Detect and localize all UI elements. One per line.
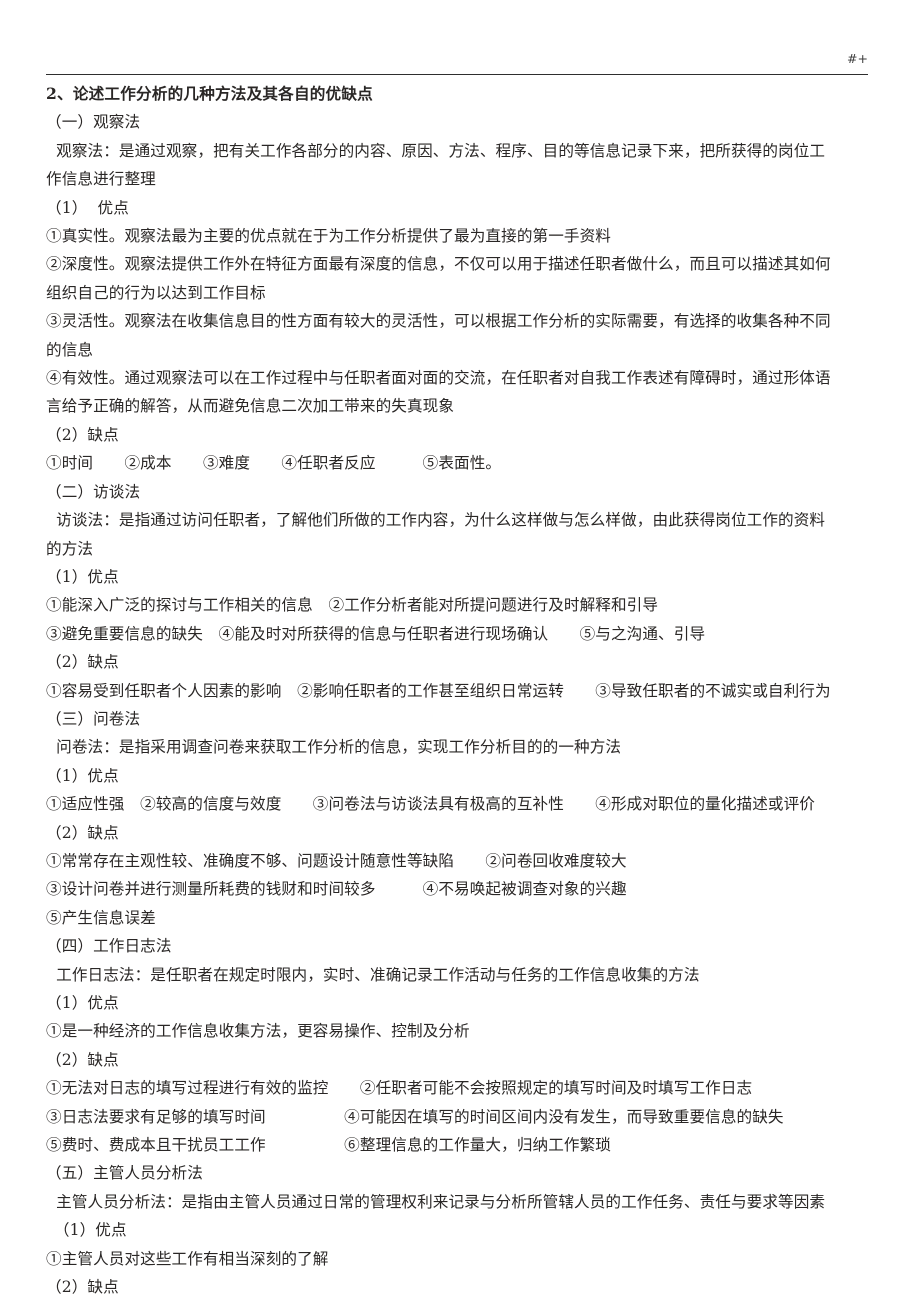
document-text-line: ①常常存在主观性较、准确度不够、问题设计随意性等缺陷 ②问卷回收难度较大 xyxy=(46,851,627,870)
document-text-line: （2）缺点 xyxy=(46,1050,119,1069)
document-text-line: ①真实性。观察法最为主要的优点就在于为工作分析提供了最为直接的第一手资料 xyxy=(46,227,611,246)
document-text-line: ①容易受到任职者个人因素的影响 ②影响任职者的工作甚至组织日常运转 ③导致任职者… xyxy=(46,681,831,700)
document-text-line: 言给予正确的解答，从而避免信息二次加工带来的失真现象 xyxy=(46,397,455,416)
document-text-line: ③避免重要信息的缺失 ④能及时对所获得的信息与任职者进行现场确认 ⑤与之沟通、引… xyxy=(46,624,706,643)
document-text-line: （1）优点 xyxy=(46,567,119,586)
document-text-line: （2）缺点 xyxy=(46,823,119,842)
document-text-line: （三）问卷法 xyxy=(46,709,141,728)
document-text-line: ①时间 ②成本 ③难度 ④任职者反应 ⑤表面性。 xyxy=(46,454,502,473)
document-text-line: （1）优点 xyxy=(46,994,119,1012)
document-text-line: （1）优点 xyxy=(46,1221,127,1240)
document-text-line: ①适应性强 ②较高的信度与效度 ③问卷法与访谈法具有极高的互补性 ④形成对职位的… xyxy=(46,795,815,814)
document-text-line: ③设计问卷并进行测量所耗费的钱财和时间较多 ④不易唤起被调查对象的兴趣 xyxy=(46,880,627,899)
document-text-line: （1） 优点 xyxy=(46,198,129,217)
document-text-line: 问卷法：是指采用调查问卷来获取工作分析的信息，实现工作分析目的的一种方法 xyxy=(46,738,622,757)
document-text-line: （2）缺点 xyxy=(46,425,119,444)
document-text-line: （2）缺点 xyxy=(46,653,119,672)
document-text-line: ⑤产生信息误差 xyxy=(46,908,156,927)
document-text-line: 作信息进行整理 xyxy=(46,170,156,189)
document-text-line: 组织自己的行为以达到工作目标 xyxy=(46,283,266,302)
document-heading-line: 2、论述工作分析的几种方法及其各自的优缺点 xyxy=(46,84,373,103)
document-text-line: ⑤费时、费成本且干扰员工工作 ⑥整理信息的工作量大，归纳工作繁琐 xyxy=(46,1136,611,1155)
document-text-line: ③灵活性。观察法在收集信息目的性方面有较大的灵活性，可以根据工作分析的实际需要，… xyxy=(46,312,831,331)
header-divider-rule xyxy=(46,74,868,75)
document-body: 2、论述工作分析的几种方法及其各自的优缺点 （一）观察法 观察法：是通过观察，把有… xyxy=(46,80,872,1302)
document-text-line: ①是一种经济的工作信息收集方法，更容易操作、控制及分析 xyxy=(46,1022,470,1041)
header-mark-text: #+ xyxy=(847,51,868,66)
document-text-line: ①无法对日志的填写过程进行有效的监控 ②任职者可能不会按照规定的填写时间及时填写… xyxy=(46,1079,753,1098)
document-text-line: 工作日志法：是任职者在规定时限内，实时、准确记录工作活动与任务的工作信息收集的方… xyxy=(46,965,700,984)
document-text-line: 观察法：是通过观察，把有关工作各部分的内容、原因、方法、程序、目的等信息记录下来… xyxy=(46,141,826,160)
document-text-line: ①能深入广泛的探讨与工作相关的信息 ②工作分析者能对所提问题进行及时解释和引导 xyxy=(46,596,659,615)
document-text-line: （1）优点 xyxy=(46,766,119,785)
document-text-line: ④有效性。通过观察法可以在工作过程中与任职者面对面的交流，在任职者对自我工作表述… xyxy=(46,369,831,388)
document-text-line: 的方法 xyxy=(46,539,94,558)
document-page: #+ 2、论述工作分析的几种方法及其各自的优缺点 （一）观察法 观察法：是通过观察… xyxy=(0,0,920,1302)
document-text-line: 访谈法：是指通过访问任职者，了解他们所做的工作内容，为什么这样做与怎么样做，由此… xyxy=(46,511,826,530)
document-text-line: （2）缺点 xyxy=(46,1278,119,1297)
document-text-line: 主管人员分析法：是指由主管人员通过日常的管理权利来记录与分析所管辖人员的工作任务… xyxy=(46,1192,826,1211)
document-text-line: （四）工作日志法 xyxy=(46,937,172,956)
document-text-line: （二）访谈法 xyxy=(46,482,141,501)
document-text-line: ②深度性。观察法提供工作外在特征方面最有深度的信息，不仅可以用于描述任职者做什么… xyxy=(46,255,831,274)
document-text-line: 的信息 xyxy=(46,340,94,359)
document-text-line: ③日志法要求有足够的填写时间 ④可能因在填写的时间区间内没有发生，而导致重要信息… xyxy=(46,1107,784,1126)
document-text-line: （一）观察法 xyxy=(46,113,141,132)
page-header: #+ xyxy=(46,52,868,78)
document-text-line: （五）主管人员分析法 xyxy=(46,1164,203,1183)
document-text-line: ①主管人员对这些工作有相当深刻的了解 xyxy=(46,1249,329,1268)
